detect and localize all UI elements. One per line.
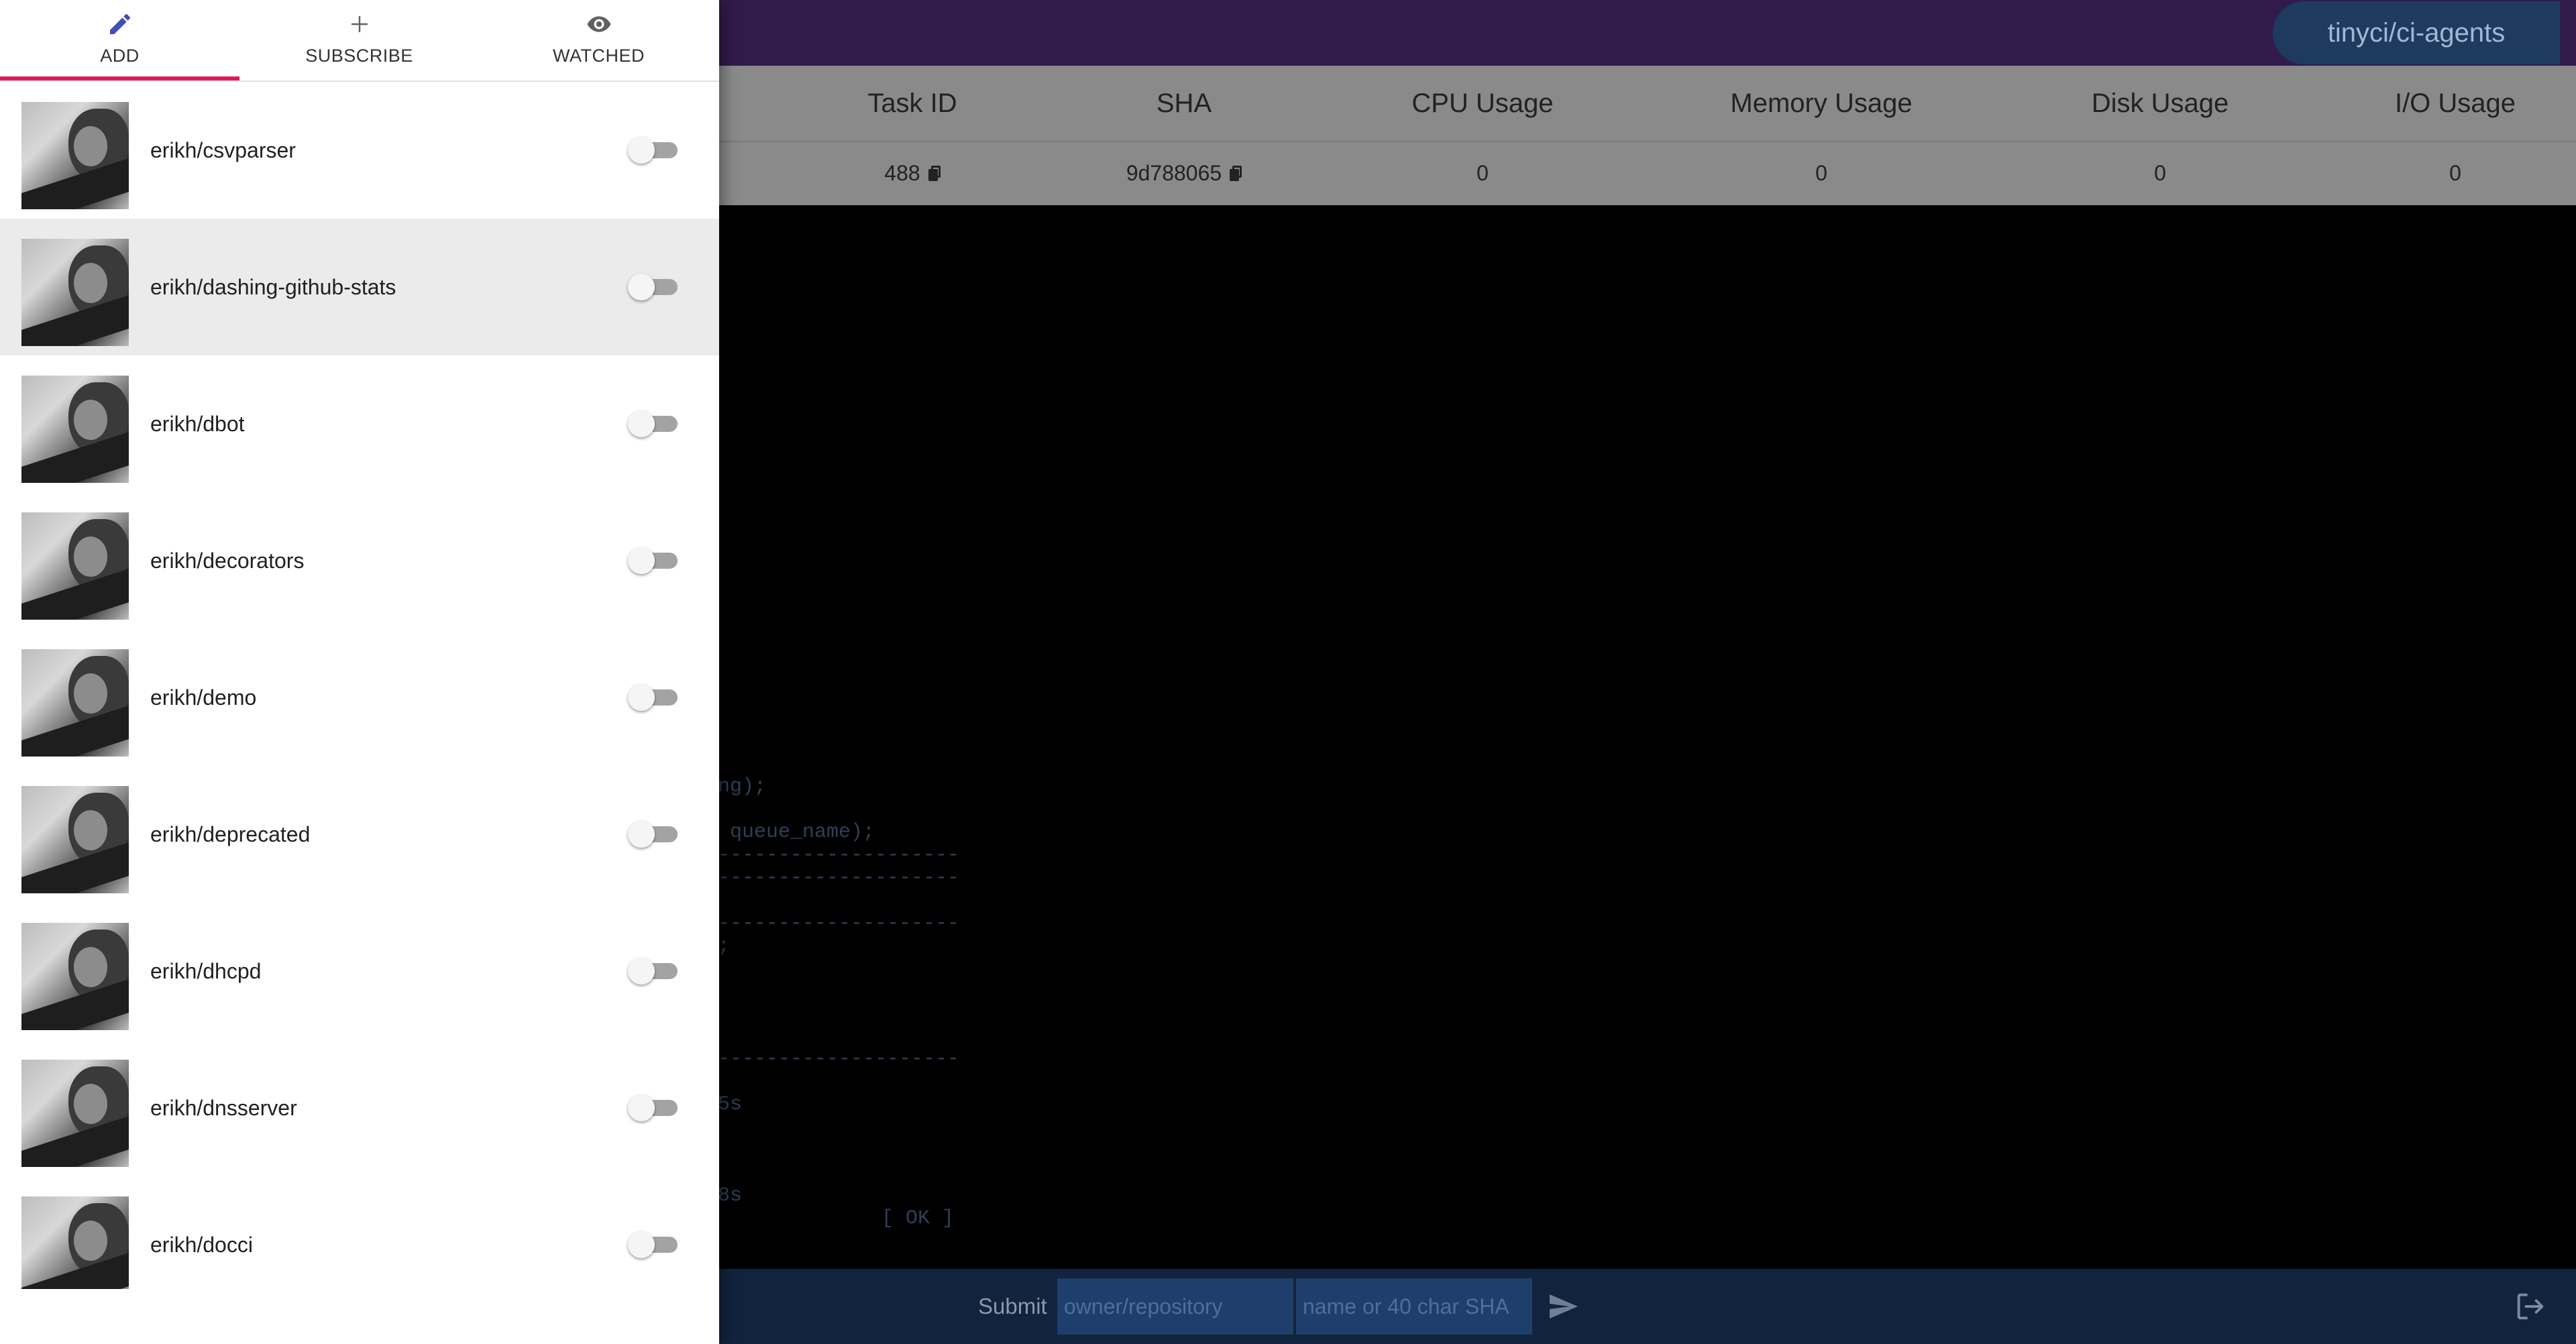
task-id-cell: 488: [792, 141, 1033, 205]
enable-toggle[interactable]: [628, 1095, 678, 1121]
avatar: [21, 1060, 129, 1167]
repo-name: erikh/deprecated: [150, 822, 311, 846]
list-item[interactable]: erikh/csvparser: [0, 82, 719, 219]
submit-label: Submit: [978, 1294, 1047, 1319]
tab-watched[interactable]: WATCHED: [479, 0, 718, 80]
list-item[interactable]: erikh/decorators: [0, 492, 719, 629]
avatar: [21, 239, 129, 346]
list-item[interactable]: erikh/dnsserver: [0, 1040, 719, 1176]
copy-icon[interactable]: [1230, 166, 1242, 181]
repo-name: erikh/dnsserver: [150, 1095, 297, 1120]
list-item[interactable]: erikh/demo: [0, 629, 719, 766]
list-item[interactable]: erikh/docci: [0, 1176, 719, 1289]
avatar: [21, 102, 129, 209]
memory-usage-cell: 0: [1815, 160, 1827, 185]
disk-usage-cell: 0: [2154, 160, 2166, 185]
log-line: --------------------: [718, 844, 960, 866]
avatar: [21, 923, 129, 1030]
tab-watched-label: WATCHED: [553, 46, 645, 66]
enable-toggle[interactable]: [628, 547, 678, 574]
avatar: [21, 649, 129, 757]
enable-toggle[interactable]: [628, 821, 678, 848]
column-header-disk: Disk Usage: [2091, 88, 2229, 118]
list-item[interactable]: erikh/dhcpd: [0, 903, 719, 1040]
repo-name: erikh/demo: [150, 685, 257, 710]
tab-add-label: ADD: [100, 46, 140, 66]
send-icon[interactable]: [1547, 1290, 1579, 1323]
ref-input[interactable]: [1296, 1278, 1532, 1335]
log-line: ;: [718, 935, 731, 958]
repo-name: erikh/dhcpd: [150, 958, 262, 983]
avatar: [21, 786, 129, 893]
logout-icon[interactable]: [2512, 1289, 2549, 1324]
repo-selector[interactable]: tinyci/ci-agents: [2273, 1, 2560, 64]
log-terminal: ng); queue_name); -------------------- -…: [718, 205, 2576, 1269]
log-line: [ OK ]: [881, 1207, 955, 1230]
list-item[interactable]: erikh/dbot: [0, 355, 719, 492]
enable-toggle[interactable]: [628, 274, 678, 300]
cpu-usage-cell: 0: [1477, 160, 1489, 185]
column-header-sha: SHA: [1156, 88, 1212, 118]
column-header-io: I/O Usage: [2394, 88, 2516, 118]
log-line: --------------------: [718, 1048, 960, 1070]
log-line: 5s: [718, 1093, 743, 1116]
tab-subscribe-label: SUBSCRIBE: [305, 46, 413, 66]
sha-cell: 9d788065: [1067, 141, 1301, 205]
column-header-memory: Memory Usage: [1730, 88, 1913, 118]
repo-name: erikh/decorators: [150, 548, 305, 573]
avatar: [21, 1196, 129, 1289]
io-usage-cell: 0: [2449, 160, 2461, 185]
enable-toggle[interactable]: [628, 1231, 678, 1258]
log-line: --------------------: [718, 912, 960, 935]
list-item[interactable]: erikh/dashing-github-stats: [0, 219, 719, 355]
enable-toggle[interactable]: [628, 684, 678, 711]
plus-icon: [351, 16, 368, 32]
avatar: [21, 376, 129, 483]
enable-toggle[interactable]: [628, 137, 678, 164]
repository-input[interactable]: [1057, 1278, 1293, 1335]
repo-name: erikh/dashing-github-stats: [150, 274, 396, 299]
log-line: ng);: [718, 775, 767, 798]
column-header-task-id: Task ID: [867, 88, 957, 118]
enable-toggle[interactable]: [628, 958, 678, 985]
list-item[interactable]: erikh/deprecated: [0, 766, 719, 903]
eye-icon: [587, 16, 610, 32]
task-id-value: 488: [884, 160, 920, 185]
tab-subscribe[interactable]: SUBSCRIBE: [239, 0, 479, 80]
copy-icon[interactable]: [928, 166, 941, 181]
active-tab-indicator: [0, 76, 239, 80]
column-header-cpu: CPU Usage: [1411, 88, 1554, 118]
drawer-tabs: ADD SUBSCRIBE WATCHED: [0, 0, 719, 82]
sha-value: 9d788065: [1126, 160, 1222, 185]
repository-drawer: ADD SUBSCRIBE WATCHED erikh/csvparser er…: [0, 0, 719, 1344]
repo-name: erikh/dbot: [150, 411, 245, 436]
log-line: --------------------: [718, 866, 960, 889]
repo-name: erikh/csvparser: [150, 137, 296, 162]
log-line: 8s: [718, 1184, 743, 1207]
avatar: [21, 512, 129, 620]
repo-name: erikh/docci: [150, 1232, 253, 1257]
enable-toggle[interactable]: [628, 410, 678, 437]
pencil-icon: [109, 13, 130, 34]
tab-add[interactable]: ADD: [0, 0, 239, 80]
log-line: queue_name);: [718, 821, 875, 844]
